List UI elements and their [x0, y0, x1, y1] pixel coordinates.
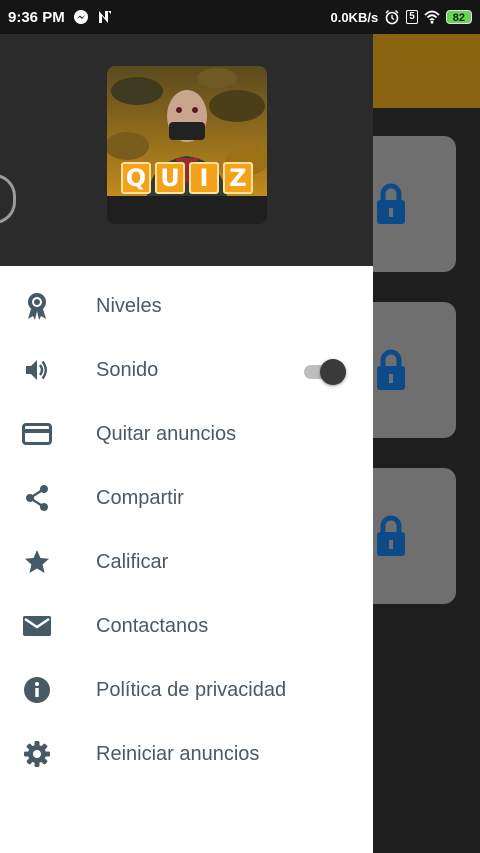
notification-n-icon — [98, 11, 111, 23]
menu-item-politica-privacidad[interactable]: Política de privacidad — [0, 658, 373, 722]
network-speed: 0.0KB/s — [330, 9, 379, 25]
toggle-thumb — [320, 359, 346, 385]
menu-item-calificar[interactable]: Calificar — [0, 530, 373, 594]
menu-item-niveles[interactable]: Niveles — [0, 274, 373, 338]
volume-icon — [22, 355, 52, 385]
logo-letter: U — [155, 162, 185, 194]
sound-toggle[interactable] — [302, 359, 348, 385]
award-icon — [22, 291, 52, 321]
wifi-icon — [424, 10, 440, 24]
menu-item-quitar-anuncios[interactable]: Quitar anuncios — [0, 402, 373, 466]
gear-icon — [22, 739, 52, 769]
messenger-icon — [73, 10, 88, 24]
level-card-locked[interactable] — [360, 468, 456, 604]
status-bar: 9:36 PM 0.0KB/s 5 82 — [0, 0, 480, 34]
menu-label: Contactanos — [96, 614, 209, 637]
navigation-drawer: Q U I Z Niveles Sonido Quitar anuncios C… — [0, 34, 373, 853]
mail-icon — [22, 611, 52, 641]
sim-signal-icon: 5 — [406, 10, 418, 24]
menu-label: Calificar — [96, 550, 169, 573]
logo-artwork — [107, 66, 267, 224]
logo-quiz-text: Q U I Z — [121, 162, 253, 194]
drawer-header: Q U I Z — [0, 34, 373, 266]
menu-label: Compartir — [96, 486, 184, 509]
credit-card-icon — [22, 419, 52, 449]
star-icon — [22, 547, 52, 577]
lock-icon — [377, 349, 405, 390]
logo-letter: I — [189, 162, 219, 194]
menu-item-reiniciar-anuncios[interactable]: Reiniciar anuncios — [0, 722, 373, 786]
menu-label: Sonido — [96, 358, 159, 381]
info-icon — [22, 675, 52, 705]
menu-label: Niveles — [96, 294, 162, 317]
share-icon — [22, 483, 52, 513]
status-time: 9:36 PM — [8, 8, 65, 26]
drawer-menu: Niveles Sonido Quitar anuncios Compartir… — [0, 274, 373, 786]
menu-label: Política de privacidad — [96, 678, 287, 701]
alarm-icon — [385, 9, 399, 25]
menu-item-contactanos[interactable]: Contactanos — [0, 594, 373, 658]
level-card-locked[interactable] — [360, 302, 456, 438]
menu-label: Reiniciar anuncios — [96, 742, 260, 765]
menu-item-compartir[interactable]: Compartir — [0, 466, 373, 530]
menu-label: Quitar anuncios — [96, 422, 237, 445]
app-logo: Q U I Z — [107, 66, 267, 224]
logo-letter: Q — [121, 162, 151, 194]
menu-item-sonido[interactable]: Sonido — [0, 338, 373, 402]
battery-indicator: 82 — [445, 10, 472, 24]
logo-letter: Z — [223, 162, 253, 194]
level-card-locked[interactable] — [360, 136, 456, 272]
partial-edge-icon — [0, 174, 16, 224]
lock-icon — [377, 515, 405, 556]
lock-icon — [377, 183, 405, 224]
